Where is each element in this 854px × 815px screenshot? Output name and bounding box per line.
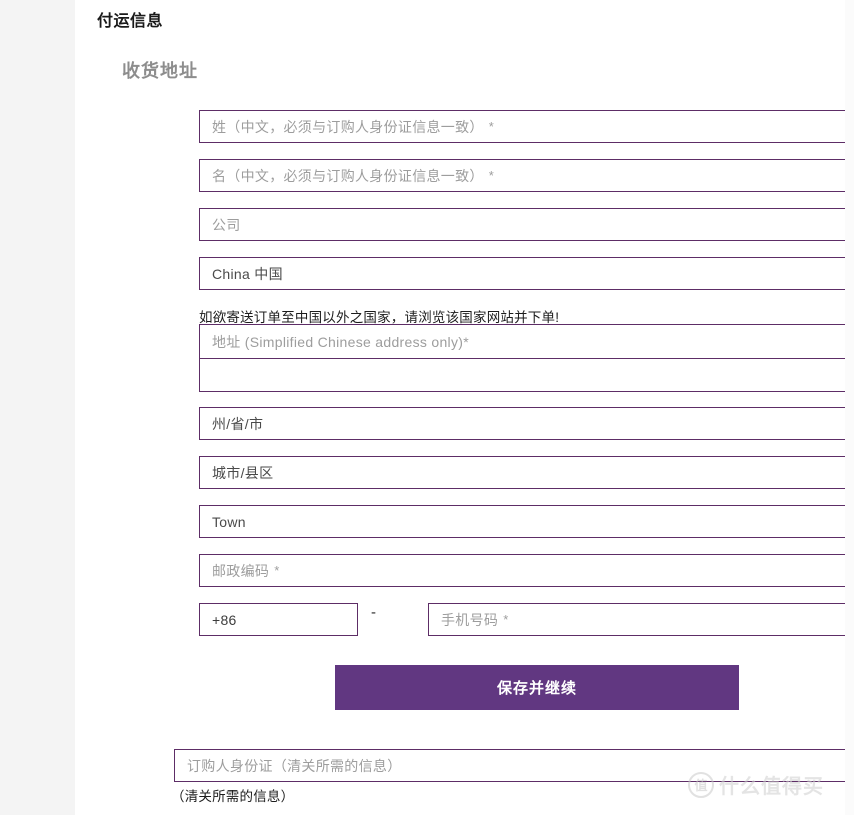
last-name-required-mark: * <box>488 119 495 134</box>
first-name-input[interactable]: 名（中文，必须与订购人身份证信息一致） * <box>199 159 854 192</box>
phone-separator: - <box>371 604 376 621</box>
shipping-address-heading: 收货地址 <box>122 61 198 81</box>
first-name-required-mark: * <box>488 168 495 183</box>
phone-number-placeholder: 手机号码 <box>441 611 499 628</box>
checkout-page: 付运信息 收货地址 姓（中文，必须与订购人身份证信息一致） * 名（中文，必须与… <box>75 0 854 815</box>
country-notice: 如欲寄送订单至中国以外之国家，请浏览该国家网站并下单! <box>199 310 560 325</box>
address-line2-input[interactable] <box>200 358 854 391</box>
id-number-placeholder: 订购人身份证（清关所需的信息） <box>187 757 402 774</box>
address-line1-placeholder: 地址 (Simplified Chinese address only) <box>212 333 464 350</box>
phone-country-code-value: +86 <box>212 611 237 628</box>
city-select[interactable]: 城市/县区 ▾ <box>199 456 854 489</box>
postal-code-required-mark: * <box>274 563 280 578</box>
company-placeholder: 公司 <box>212 216 241 233</box>
phone-country-code-input[interactable]: +86 <box>199 603 358 636</box>
first-name-placeholder: 名（中文，必须与订购人身份证信息一致） <box>212 167 484 184</box>
country-select[interactable]: China 中国 ▾ <box>199 257 854 290</box>
page-title: 付运信息 <box>97 13 164 30</box>
address-line1-required-mark: * <box>463 333 469 350</box>
address-group: 地址 (Simplified Chinese address only) * <box>199 324 854 392</box>
last-name-placeholder: 姓（中文，必须与订购人身份证信息一致） <box>212 118 484 135</box>
country-select-value: China 中国 <box>212 265 283 282</box>
right-gutter <box>845 0 854 815</box>
id-number-input[interactable]: 订购人身份证（清关所需的信息） <box>174 749 854 782</box>
id-number-note: （清关所需的信息） <box>171 789 295 804</box>
save-and-continue-button[interactable]: 保存并继续 <box>335 665 739 710</box>
phone-number-input[interactable]: 手机号码 * <box>428 603 854 636</box>
phone-number-required-mark: * <box>503 612 509 627</box>
postal-code-input[interactable]: 邮政编码 * <box>199 554 854 587</box>
company-input[interactable]: 公司 <box>199 208 854 241</box>
address-line1-input[interactable]: 地址 (Simplified Chinese address only) * <box>200 325 854 358</box>
town-select[interactable]: Town ▾ <box>199 505 854 538</box>
province-select[interactable]: 州/省/市 ▾ <box>199 407 854 440</box>
province-select-value: 州/省/市 <box>212 415 264 432</box>
postal-code-placeholder: 邮政编码 <box>212 562 270 579</box>
last-name-input[interactable]: 姓（中文，必须与订购人身份证信息一致） * <box>199 110 854 143</box>
town-select-value: Town <box>212 513 246 530</box>
city-select-value: 城市/县区 <box>212 464 274 481</box>
